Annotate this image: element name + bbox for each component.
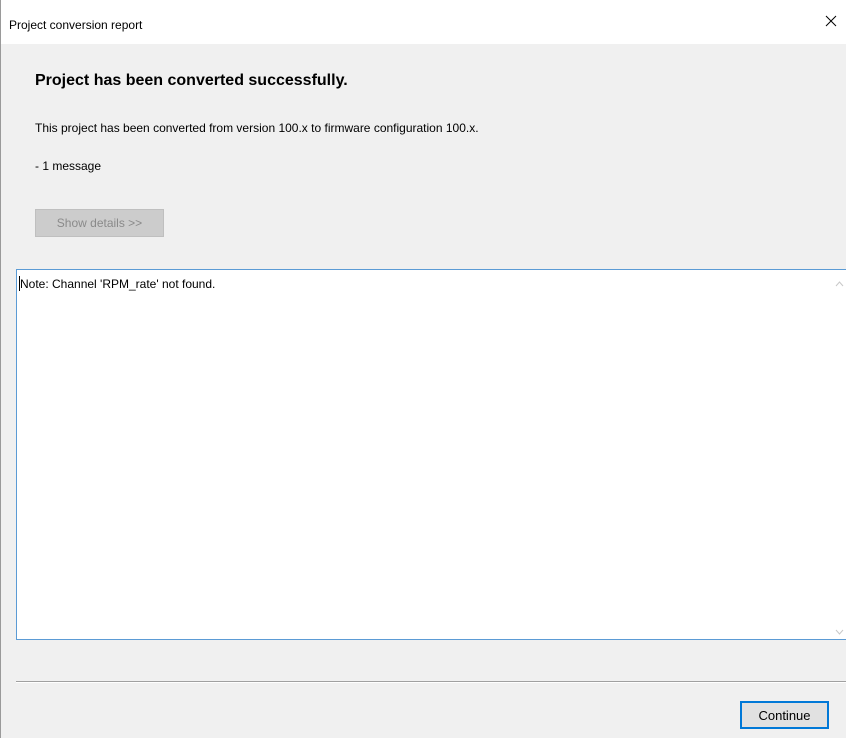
message-log-textarea[interactable]: Note: Channel 'RPM_rate' not found. bbox=[16, 269, 846, 640]
close-button[interactable] bbox=[816, 8, 846, 38]
vertical-scrollbar[interactable] bbox=[831, 270, 846, 639]
footer-divider-highlight bbox=[16, 682, 846, 683]
message-count: - 1 message bbox=[35, 159, 102, 173]
chevron-down-icon bbox=[835, 622, 844, 640]
window-title: Project conversion report bbox=[9, 18, 143, 32]
dialog-content: Project has been converted successfully.… bbox=[1, 44, 846, 738]
dialog-window: Project conversion report Project has be… bbox=[0, 0, 846, 738]
scroll-down-button[interactable] bbox=[831, 622, 846, 639]
scroll-up-button[interactable] bbox=[831, 274, 846, 291]
close-icon bbox=[825, 14, 837, 32]
continue-button[interactable]: Continue bbox=[740, 701, 829, 729]
title-bar: Project conversion report bbox=[1, 0, 846, 44]
chevron-up-icon bbox=[835, 274, 844, 292]
show-details-button[interactable]: Show details >> bbox=[35, 209, 164, 237]
report-heading: Project has been converted successfully. bbox=[35, 72, 348, 89]
report-description: This project has been converted from ver… bbox=[35, 121, 479, 135]
log-line: Note: Channel 'RPM_rate' not found. bbox=[20, 277, 216, 291]
